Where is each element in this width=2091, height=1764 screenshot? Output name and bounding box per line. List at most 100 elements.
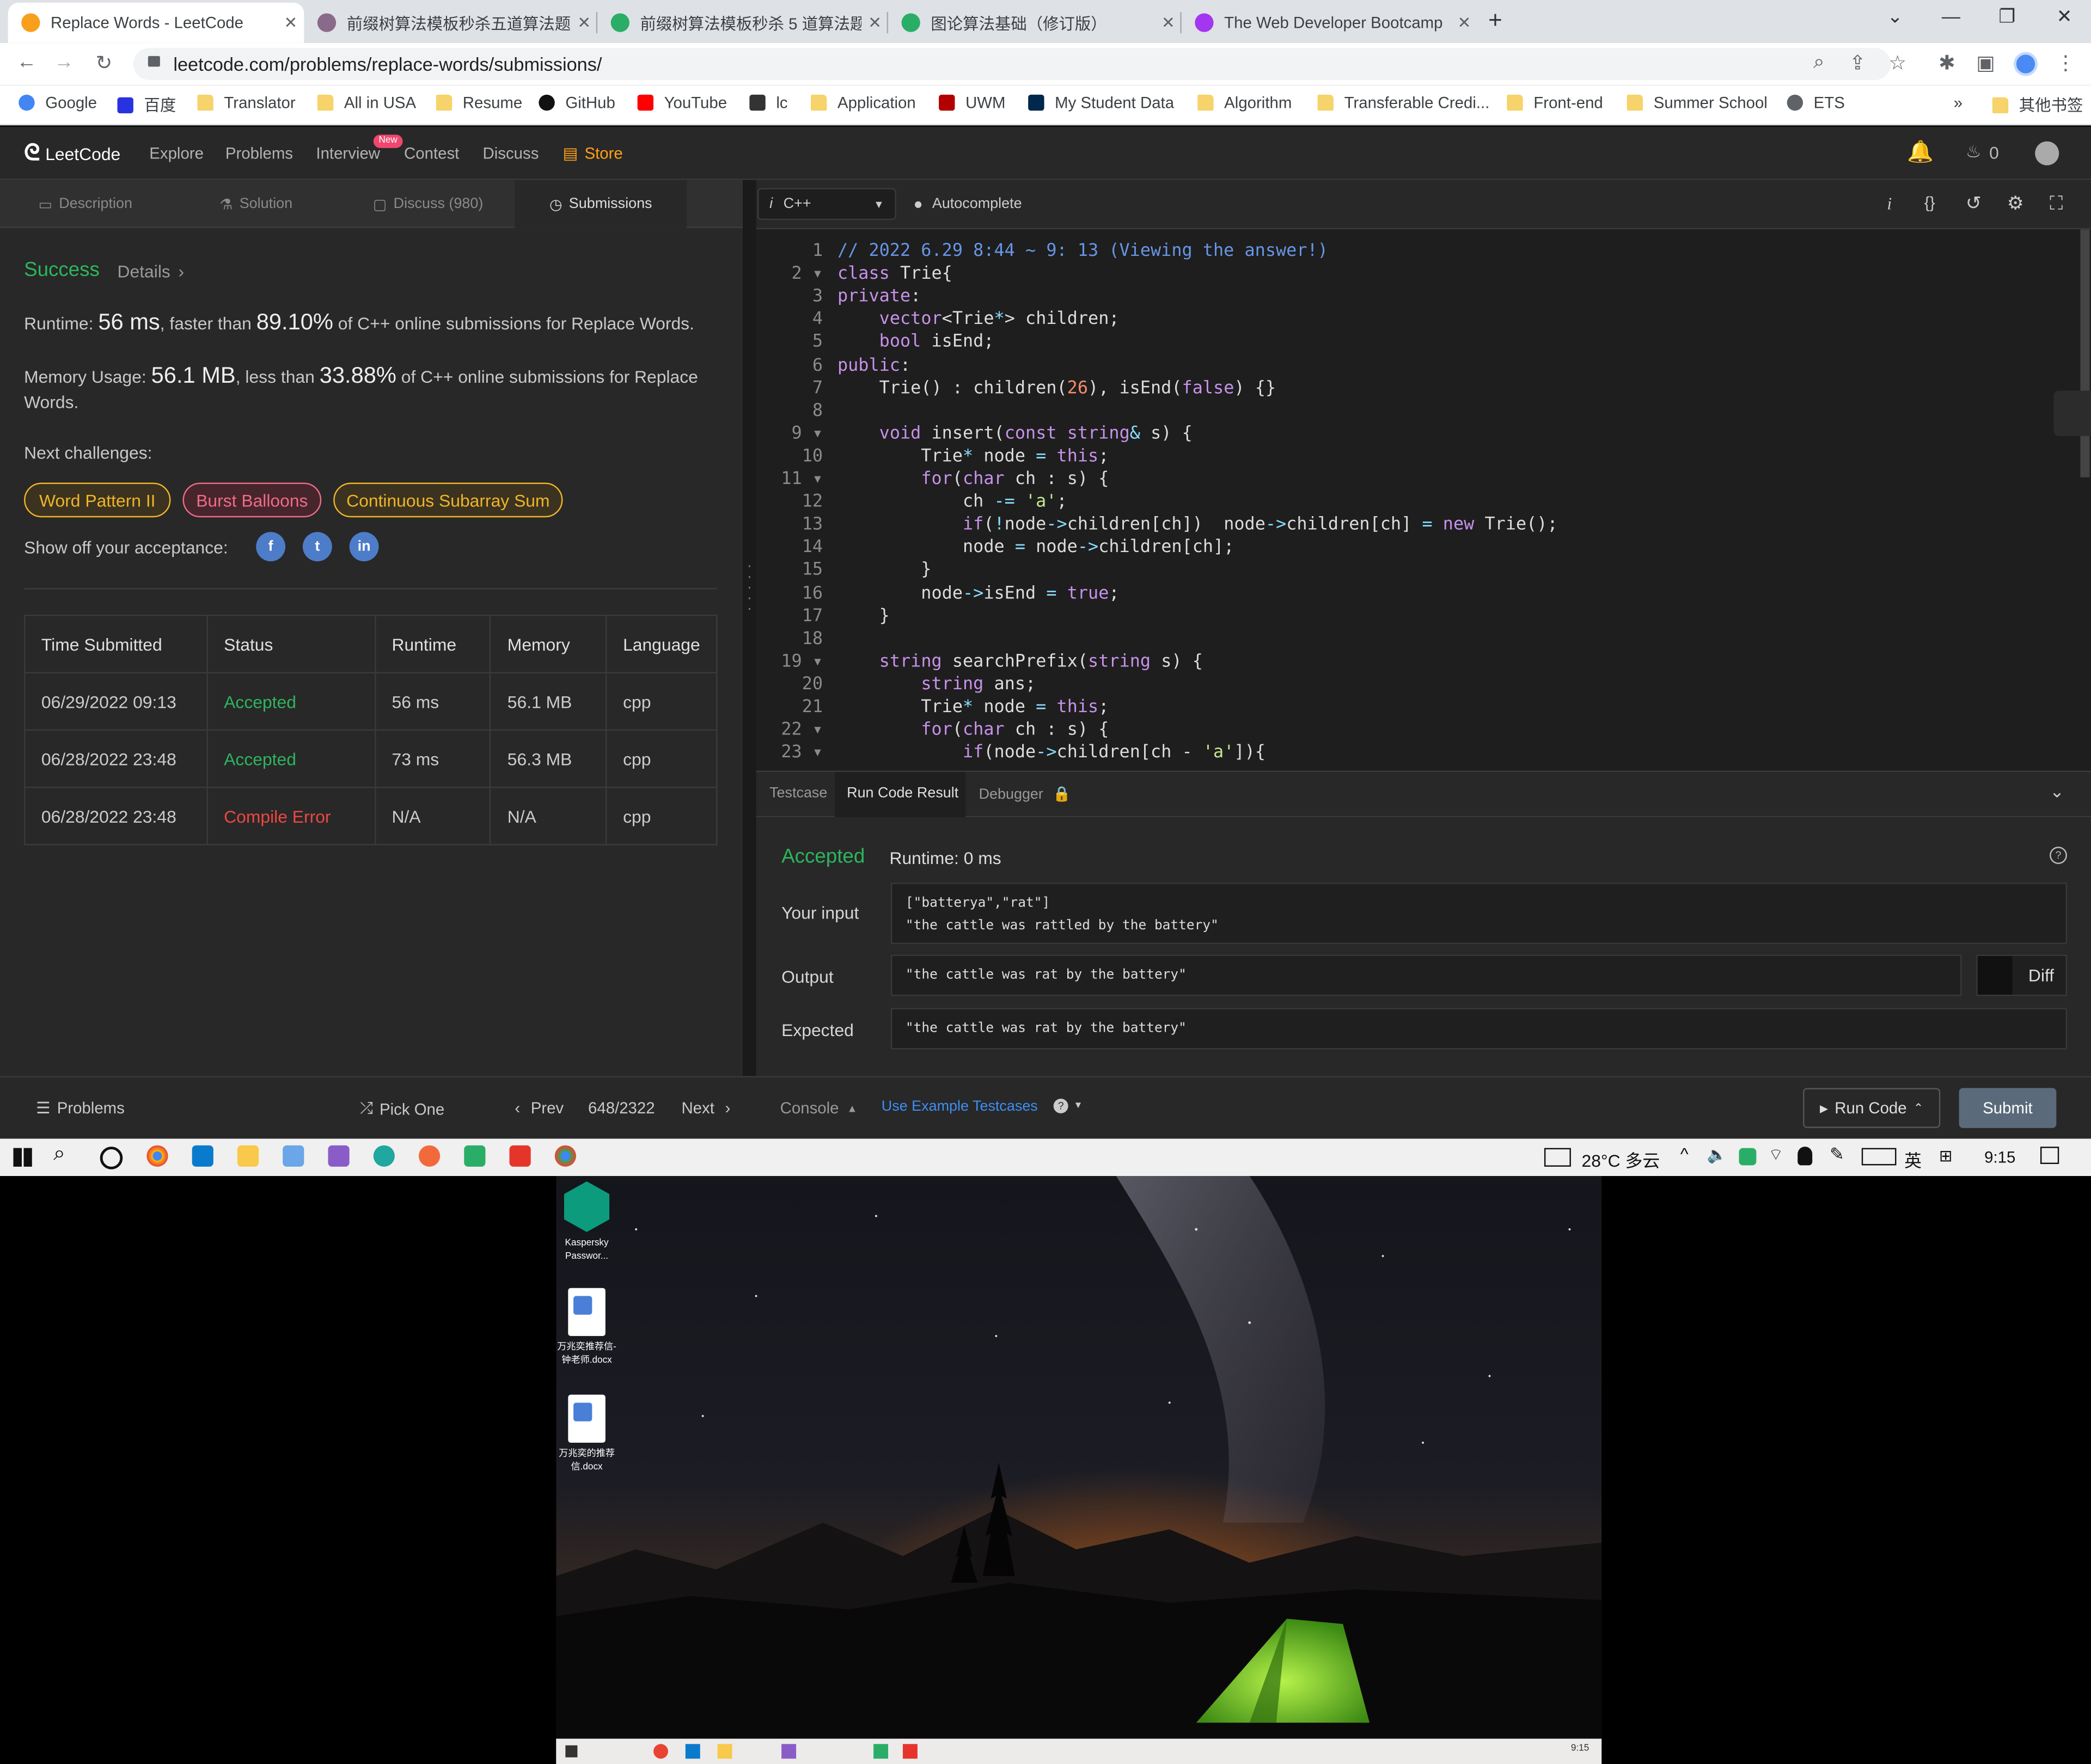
code-line[interactable]: Trie* node = this;	[837, 446, 1109, 467]
restore-icon[interactable]: ❐	[1987, 5, 2027, 28]
linkedin-icon[interactable]: in	[349, 532, 379, 562]
fullscreen-icon[interactable]: ⛶	[2050, 192, 2063, 215]
mini-explorer-icon[interactable]	[717, 1744, 732, 1759]
code-line[interactable]: for(char ch : s) {	[837, 720, 1109, 740]
tray-chevron-icon[interactable]: ^	[1680, 1144, 1689, 1164]
bookmark-item[interactable]: Algorithm	[1197, 93, 1292, 112]
browser-tab[interactable]: 图论算法基础（修订版） ✕	[888, 3, 1182, 42]
code-line[interactable]: for(char ch : s) {	[837, 469, 1109, 489]
share-icon[interactable]: ⇪	[1844, 51, 1871, 75]
submit-button[interactable]: Submit	[1959, 1088, 2057, 1128]
extensions-icon[interactable]: ✱	[1934, 51, 1960, 75]
drag-handle-icon[interactable]: · · · · ·	[747, 558, 752, 616]
visual-studio-taskbar-icon[interactable]	[328, 1145, 350, 1167]
forward-icon[interactable]: →	[51, 51, 77, 74]
editor-scrollbar[interactable]	[2080, 229, 2090, 477]
qq-tray-icon[interactable]	[1797, 1147, 1813, 1166]
mini-vscode-icon[interactable]	[685, 1744, 700, 1759]
mini-vs-icon[interactable]	[781, 1744, 797, 1759]
settings-gear-icon[interactable]: ⚙	[2007, 192, 2024, 215]
next-button[interactable]: Next ›	[681, 1099, 730, 1117]
nav-contest[interactable]: Contest	[404, 144, 459, 162]
bookmark-item[interactable]: GitHub	[539, 93, 615, 112]
url-text[interactable]: leetcode.com/problems/replace-words/subm…	[173, 53, 602, 75]
wechat-tray-icon[interactable]	[1739, 1148, 1757, 1166]
tab-description[interactable]: ▭ Description	[0, 180, 170, 228]
mini-start-icon[interactable]	[565, 1745, 578, 1757]
menu-icon[interactable]: ⋮	[2052, 51, 2079, 75]
mini-wechat-icon[interactable]	[873, 1744, 889, 1759]
bookmark-item[interactable]: UWM	[939, 93, 1006, 112]
tab-testcase[interactable]: Testcase	[769, 785, 827, 801]
tab-run-code-result-label[interactable]: Run Code Result	[847, 785, 958, 801]
code-line[interactable]: string ans;	[837, 675, 1036, 695]
chrome-alt-taskbar-icon[interactable]	[554, 1145, 576, 1167]
windows-start-icon[interactable]	[13, 1148, 32, 1167]
photos-taskbar-icon[interactable]	[283, 1145, 304, 1167]
nav-interview[interactable]: Interview	[316, 144, 380, 162]
mini-wps-icon[interactable]	[902, 1744, 918, 1759]
mini-clock[interactable]: 9:15	[1571, 1744, 1589, 1753]
streak-counter[interactable]: ♨ 0	[1966, 142, 1999, 163]
diff-switch[interactable]	[1977, 955, 2013, 995]
reload-icon[interactable]: ↻	[91, 51, 118, 75]
pick-one-button[interactable]: ⤮ Pick One	[360, 1099, 444, 1119]
code-line[interactable]: node->isEnd = true;	[837, 583, 1119, 603]
tab-close-icon[interactable]: ✕	[861, 13, 888, 32]
cell-status[interactable]: Compile Error	[206, 786, 376, 846]
leetcode-logo[interactable]: ᘓ LeetCode	[24, 140, 120, 167]
cell-status[interactable]: Accepted	[206, 672, 376, 731]
panel-resize-handle[interactable]	[743, 180, 756, 1076]
tab-debugger[interactable]: Debugger 🔒	[979, 785, 1071, 803]
other-bookmarks[interactable]: 其他书签	[1992, 93, 2083, 116]
bookmark-item[interactable]: Application	[810, 93, 916, 112]
bookmark-item[interactable]: ETS	[1787, 93, 1845, 112]
bookmark-item[interactable]: Resume	[436, 93, 522, 112]
clock-time[interactable]: 9:15	[1984, 1148, 2015, 1167]
wps-taskbar-icon[interactable]	[509, 1145, 531, 1167]
tab-search-icon[interactable]: ⌄	[1875, 5, 1915, 28]
code-line[interactable]: class Trie{	[837, 264, 952, 284]
profile-avatar[interactable]	[2013, 52, 2038, 76]
code-line[interactable]: if(!node->children[ch]) node->children[c…	[837, 515, 1558, 535]
code-line[interactable]: // 2022 6.29 8:44 ~ 9: 13 (Viewing the a…	[837, 241, 1328, 261]
nav-store[interactable]: ▤ Store	[563, 144, 622, 162]
tab-close-icon[interactable]: ✕	[1451, 13, 1478, 32]
code-line[interactable]: vector<Trie*> children;	[837, 310, 1120, 330]
keyboard-icon[interactable]	[1861, 1148, 1897, 1166]
side-floating-tab[interactable]	[2053, 390, 2091, 436]
format-braces-icon[interactable]: {}	[1924, 193, 1935, 212]
code-line[interactable]: if(node->children[ch - 'a']){	[837, 743, 1265, 763]
code-line[interactable]: void insert(const string& s) {	[837, 424, 1193, 444]
vscode-taskbar-icon[interactable]	[192, 1145, 213, 1167]
file-explorer-taskbar-icon[interactable]	[237, 1145, 259, 1167]
desktop-icon-doc-2[interactable]: 万兆奕的推荐信.docx	[556, 1394, 617, 1475]
wechat-taskbar-icon[interactable]	[464, 1145, 486, 1167]
use-example-testcases-link[interactable]: Use Example Testcases	[882, 1099, 1038, 1114]
browser-tab[interactable]: 前缀树算法模板秒杀 5 道算法题 ✕	[597, 3, 888, 42]
wifi-icon[interactable]: ⌔	[1768, 1146, 1783, 1166]
notification-center-icon[interactable]	[2040, 1147, 2059, 1164]
browser-tab[interactable]: 前缀树算法模板秒杀五道算法题 ✕	[304, 3, 597, 42]
run-code-button[interactable]: ▶ Run Code ⌃	[1803, 1088, 1941, 1128]
ime-language[interactable]: 英	[1904, 1147, 1922, 1172]
reset-icon[interactable]: ↺	[1966, 192, 1982, 215]
search-icon[interactable]: ⌕	[53, 1143, 65, 1167]
tab-close-icon[interactable]: ✕	[571, 13, 597, 32]
close-window-icon[interactable]: ✕	[2044, 5, 2084, 28]
code-line[interactable]: Trie() : children(26), isEnd(false) {}	[837, 378, 1276, 399]
news-widget-icon[interactable]	[1544, 1148, 1571, 1167]
bookmarks-overflow-icon[interactable]: »	[1954, 93, 1962, 112]
bookmark-item[interactable]: lc	[749, 93, 788, 112]
back-icon[interactable]: ←	[13, 51, 40, 74]
pen-icon[interactable]: ✎	[1830, 1144, 1844, 1165]
editor-info-icon[interactable]: i	[1887, 193, 1892, 215]
challenge-word-pattern-ii[interactable]: Word Pattern II	[24, 482, 171, 518]
tab-solution[interactable]: ⚗ Solution	[170, 180, 341, 228]
bookmark-item[interactable]: Summer School	[1627, 93, 1768, 112]
tab-discuss[interactable]: ▢ Discuss (980)	[341, 180, 515, 228]
bookmark-star-icon[interactable]: ☆	[1884, 51, 1911, 75]
task-view-icon[interactable]	[100, 1147, 123, 1169]
bookmark-item[interactable]: YouTube	[637, 93, 727, 112]
desktop-icon-doc-1[interactable]: 万兆奕推荐信-钟老师.docx	[556, 1288, 617, 1368]
